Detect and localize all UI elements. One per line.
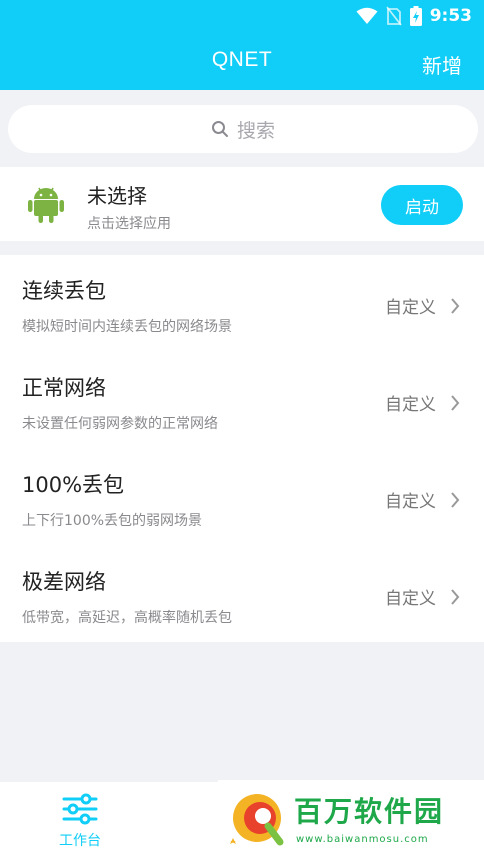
scene-item-normal-network[interactable]: 正常网络 未设置任何弱网参数的正常网络 自定义 bbox=[0, 352, 484, 449]
watermark-name: 百万软件园 bbox=[294, 795, 445, 828]
watermark-url: www.baiwanmosu.com bbox=[296, 834, 429, 845]
customize-link[interactable]: 自定义 bbox=[385, 293, 460, 318]
scene-item-poor-network[interactable]: 极差网络 低带宽，高延迟，高概率随机丢包 自定义 bbox=[0, 546, 484, 643]
watermark-logo bbox=[230, 794, 284, 846]
scene-title: 极差网络 bbox=[22, 570, 106, 594]
android-icon bbox=[28, 187, 64, 223]
app-header: 9:53 QNET 新增 bbox=[0, 0, 484, 90]
scene-description: 未设置任何弱网参数的正常网络 bbox=[22, 416, 218, 432]
customize-label: 自定义 bbox=[385, 589, 436, 609]
no-sim-icon bbox=[385, 6, 402, 26]
search-area: 搜索 bbox=[0, 90, 484, 166]
scene-title: 100%丢包 bbox=[22, 473, 125, 497]
status-bar: 9:53 bbox=[356, 4, 472, 28]
start-button[interactable]: 启动 bbox=[381, 185, 463, 225]
battery-charging-icon bbox=[409, 6, 422, 26]
search-input[interactable]: 搜索 bbox=[8, 105, 478, 153]
chevron-right-icon bbox=[451, 491, 460, 508]
chevron-right-icon bbox=[451, 394, 460, 411]
selected-app-name: 未选择 bbox=[87, 184, 147, 208]
wifi-icon bbox=[356, 7, 378, 24]
page-title: QNET bbox=[211, 48, 273, 71]
scene-title: 正常网络 bbox=[22, 376, 106, 400]
scene-item-full-loss[interactable]: 100%丢包 上下行100%丢包的弱网场景 自定义 bbox=[0, 449, 484, 546]
customize-link[interactable]: 自定义 bbox=[385, 584, 460, 609]
watermark: 百万软件园 www.baiwanmosu.com bbox=[218, 780, 484, 860]
scene-description: 上下行100%丢包的弱网场景 bbox=[22, 513, 203, 529]
tab-workbench-label: 工作台 bbox=[59, 833, 101, 849]
customize-label: 自定义 bbox=[385, 395, 436, 415]
scene-item-continuous-loss[interactable]: 连续丢包 模拟短时间内连续丢包的网络场景 自定义 bbox=[0, 255, 484, 352]
customize-label: 自定义 bbox=[385, 298, 436, 318]
scene-list: 连续丢包 模拟短时间内连续丢包的网络场景 自定义 正常网络 未设置任何弱网参数的… bbox=[0, 255, 484, 642]
scene-description: 模拟短时间内连续丢包的网络场景 bbox=[22, 319, 232, 335]
sliders-icon bbox=[62, 793, 98, 825]
search-icon bbox=[211, 121, 228, 137]
scene-description: 低带宽，高延迟，高概率随机丢包 bbox=[22, 610, 232, 626]
scene-title: 连续丢包 bbox=[22, 279, 106, 303]
chevron-right-icon bbox=[451, 588, 460, 605]
chevron-right-icon bbox=[451, 297, 460, 314]
app-selector[interactable]: 未选择 点击选择应用 启动 bbox=[0, 167, 484, 241]
search-placeholder: 搜索 bbox=[236, 119, 275, 142]
select-app-hint: 点击选择应用 bbox=[87, 216, 171, 232]
customize-label: 自定义 bbox=[385, 492, 436, 512]
customize-link[interactable]: 自定义 bbox=[385, 390, 460, 415]
tab-workbench[interactable]: 工作台 bbox=[40, 782, 120, 860]
clock: 9:53 bbox=[429, 6, 472, 26]
add-button[interactable]: 新增 bbox=[422, 50, 462, 79]
customize-link[interactable]: 自定义 bbox=[385, 487, 460, 512]
